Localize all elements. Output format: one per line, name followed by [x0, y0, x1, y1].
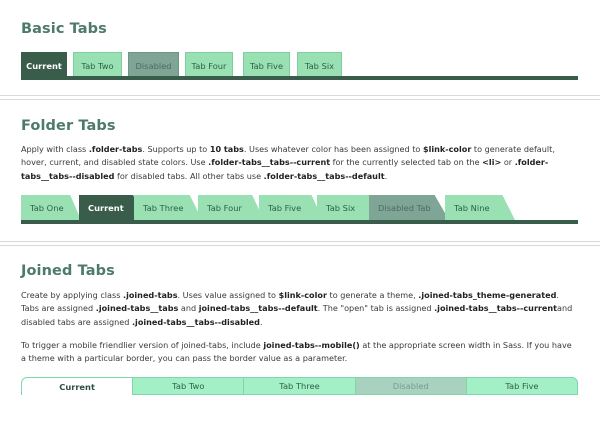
- joined-tab-two[interactable]: Tab Two: [133, 377, 245, 395]
- folder-tab-five[interactable]: Tab Five: [259, 195, 323, 220]
- joined-tabs-title: Joined Tabs: [21, 263, 115, 279]
- basic-tab-six[interactable]: Tab Six: [297, 52, 342, 78]
- joined-tabs-mobile-description: To trigger a mobile friendlier version o…: [21, 340, 572, 364]
- folder-tab-one[interactable]: Tab One: [21, 195, 81, 220]
- basic-tabs-title: Basic Tabs: [21, 21, 107, 37]
- folder-tabs-description: Apply with class .folder-tabs. Supports …: [21, 144, 555, 181]
- folder-tabs-title: Folder Tabs: [21, 118, 116, 134]
- folder-tabs-bar: [21, 220, 578, 224]
- folder-tab-disabled: Disabled Tab: [369, 195, 449, 220]
- basic-tab-four[interactable]: Tab Four: [185, 52, 233, 78]
- basic-tab-current[interactable]: Current: [21, 52, 67, 78]
- basic-tabs-bar: [21, 76, 578, 80]
- folder-tabs: Tab One Current Tab Three Tab Four Tab F…: [21, 195, 578, 221]
- section-divider: [0, 95, 600, 100]
- basic-tab-disabled: Disabled: [128, 52, 179, 78]
- folder-tab-nine[interactable]: Tab Nine: [445, 195, 515, 220]
- section-divider: [0, 241, 600, 246]
- folder-tab-three[interactable]: Tab Three: [134, 195, 202, 220]
- basic-tab-two[interactable]: Tab Two: [73, 52, 122, 78]
- folder-tab-four[interactable]: Tab Four: [198, 195, 264, 220]
- joined-tabs-description: Create by applying class .joined-tabs. U…: [21, 290, 573, 327]
- joined-tab-five[interactable]: Tab Five: [466, 377, 579, 395]
- joined-tab-disabled: Disabled: [355, 377, 467, 395]
- joined-tab-three[interactable]: Tab Three: [244, 377, 356, 395]
- joined-tab-current[interactable]: Current: [21, 377, 134, 395]
- basic-tab-five[interactable]: Tab Five: [243, 52, 290, 78]
- joined-tabs: Current Tab Two Tab Three Disabled Tab F…: [21, 377, 579, 395]
